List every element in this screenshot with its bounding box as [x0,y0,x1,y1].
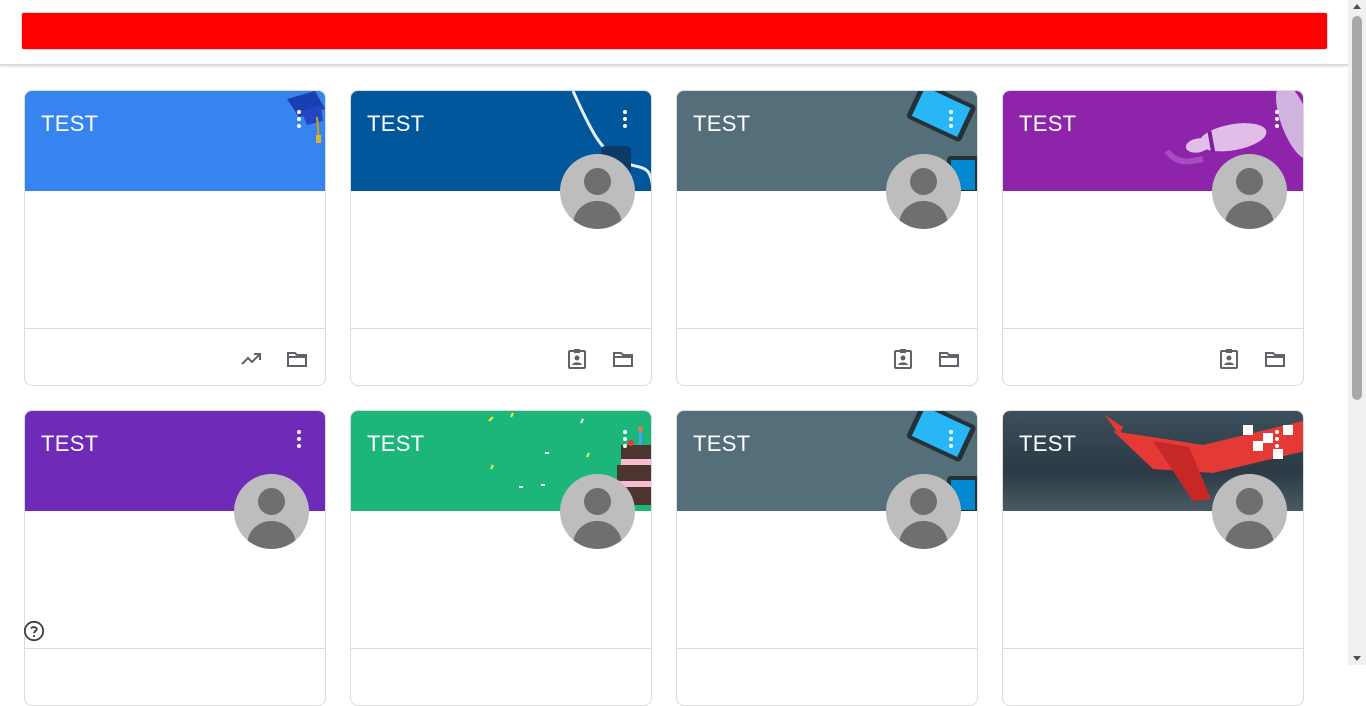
class-card[interactable]: TEST [1002,410,1304,706]
class-card[interactable]: TEST [350,410,652,706]
assignment-ind-icon[interactable] [891,347,915,371]
card-footer [351,648,651,705]
scrollbar-thumb[interactable] [1352,16,1362,400]
trending-up-icon[interactable] [239,347,263,371]
card-footer [25,328,325,385]
scroll-down-arrow-icon[interactable] [1353,656,1361,661]
top-app-bar [0,0,1348,65]
class-title[interactable]: TEST [693,431,750,457]
more-vert-icon[interactable] [613,427,637,451]
class-card[interactable]: TEST [1002,90,1304,386]
teacher-avatar [1212,474,1287,549]
class-card[interactable]: TEST [676,410,978,706]
graduation-cap-decoration [287,91,325,143]
class-title[interactable]: TEST [41,431,98,457]
folder-icon[interactable] [285,347,309,371]
assignment-ind-icon[interactable] [1217,347,1241,371]
teacher-avatar [560,474,635,549]
more-vert-icon[interactable] [939,427,963,451]
teacher-avatar [560,154,635,229]
more-vert-icon[interactable] [613,107,637,131]
card-banner[interactable]: TEST [25,91,325,191]
red-banner-bar [21,12,1328,50]
card-footer [25,648,325,705]
class-title[interactable]: TEST [41,111,98,137]
scroll-up-arrow-icon[interactable] [1353,4,1361,9]
assignment-ind-icon[interactable] [565,347,589,371]
class-card[interactable]: TEST [24,90,326,386]
more-vert-icon[interactable] [287,107,311,131]
class-title[interactable]: TEST [1019,431,1076,457]
teacher-avatar [1212,154,1287,229]
folder-icon[interactable] [1263,347,1287,371]
class-title[interactable]: TEST [693,111,750,137]
help-circle-icon[interactable] [23,620,45,642]
class-card[interactable]: TEST [24,410,326,706]
class-title[interactable]: TEST [367,111,424,137]
card-footer [351,328,651,385]
class-title[interactable]: TEST [1019,111,1076,137]
folder-icon[interactable] [611,347,635,371]
card-footer [677,648,977,705]
more-vert-icon[interactable] [287,427,311,451]
teacher-avatar [886,474,961,549]
card-footer [1003,648,1303,705]
class-card[interactable]: TEST [350,90,652,386]
class-card-grid: TEST TEST TEST TEST TEST TEST TEST TEST [24,90,1324,706]
teacher-avatar [234,474,309,549]
card-footer [1003,328,1303,385]
vertical-scrollbar[interactable] [1348,0,1366,665]
teacher-avatar [886,154,961,229]
more-vert-icon[interactable] [1265,427,1289,451]
class-title[interactable]: TEST [367,431,424,457]
more-vert-icon[interactable] [939,107,963,131]
card-footer [677,328,977,385]
more-vert-icon[interactable] [1265,107,1289,131]
folder-icon[interactable] [937,347,961,371]
class-card[interactable]: TEST [676,90,978,386]
